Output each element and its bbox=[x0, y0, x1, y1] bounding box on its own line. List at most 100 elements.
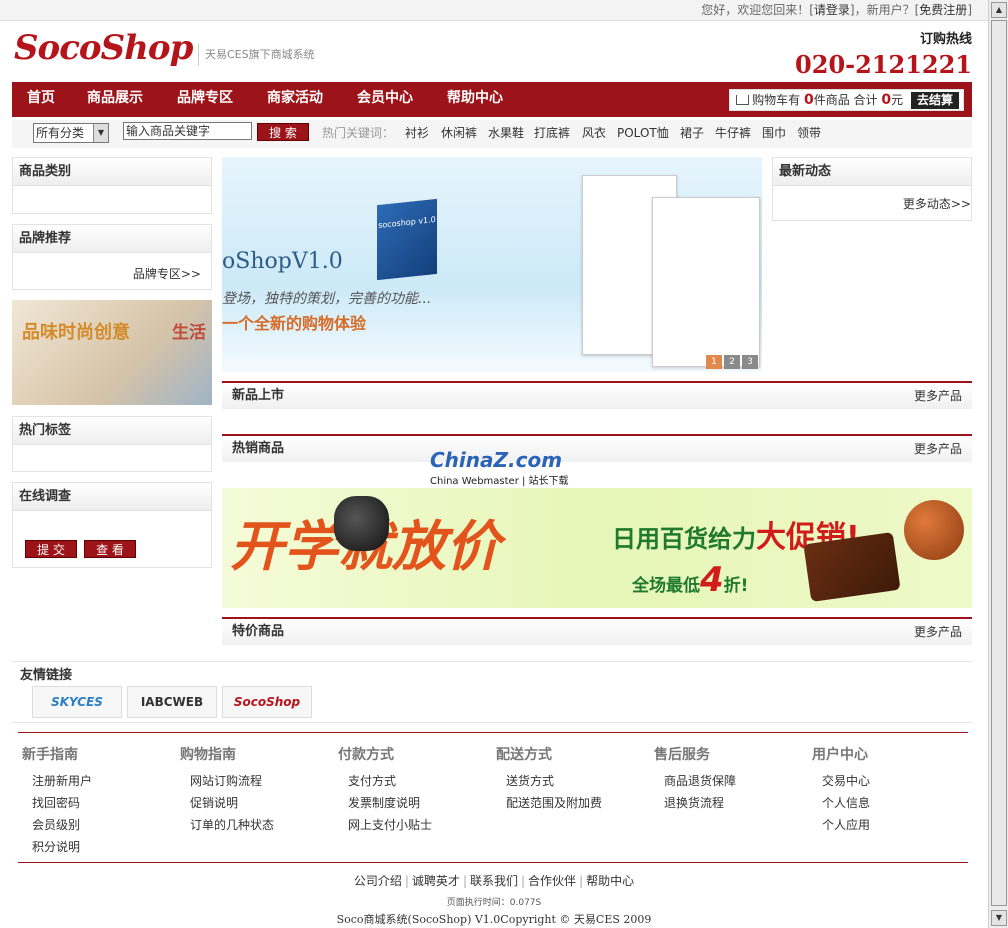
category-select[interactable]: 所有分类 ▼ bbox=[33, 123, 109, 143]
guide-link[interactable]: 支付方式 bbox=[338, 770, 432, 792]
nav-products[interactable]: 商品展示 bbox=[87, 82, 143, 117]
banner-pager: 123 bbox=[704, 353, 758, 369]
cart-label: 购物车有 bbox=[752, 93, 801, 107]
footer-link-jobs[interactable]: 诚聘英才 bbox=[412, 874, 460, 888]
news-box: 最新动态 更多动态>> bbox=[772, 157, 972, 221]
guide-link[interactable]: 交易中心 bbox=[812, 770, 870, 792]
scroll-up-arrow-icon[interactable]: ▲ bbox=[991, 2, 1007, 18]
new-user-text: ]，新用户？[ bbox=[849, 3, 920, 17]
guide-link[interactable]: 发票制度说明 bbox=[338, 792, 432, 814]
hotline-label: 订购热线 bbox=[919, 32, 972, 47]
brand-title: 品牌推荐 bbox=[13, 225, 211, 253]
guide-link[interactable]: 积分说明 bbox=[22, 836, 92, 858]
guide-link[interactable]: 找回密码 bbox=[22, 792, 92, 814]
hot-keyword[interactable]: 水果鞋 bbox=[488, 120, 524, 146]
guide-col-user-center: 用户中心 交易中心 个人信息 个人应用 bbox=[812, 744, 870, 836]
guide-link[interactable]: 送货方式 bbox=[496, 770, 602, 792]
news-more-link[interactable]: 更多动态>> bbox=[903, 195, 971, 212]
site-logo[interactable]: SocoShop bbox=[14, 28, 193, 68]
register-link[interactable]: 免费注册 bbox=[919, 3, 967, 17]
section-more-link[interactable]: 更多产品 bbox=[914, 619, 962, 645]
cart-count: 0 bbox=[803, 92, 814, 108]
section-more-link[interactable]: 更多产品 bbox=[914, 383, 962, 409]
exec-time: 页面执行时间：0.077S bbox=[446, 898, 542, 908]
guide-col-payment: 付款方式 支付方式 发票制度说明 网上支付小贴士 bbox=[338, 744, 432, 836]
sale-banner[interactable]: 开学就放价 日用百货给力大促销! 全场最低4折! bbox=[222, 488, 972, 608]
promo-image[interactable]: 品味时尚创意 生活 bbox=[12, 300, 212, 405]
promo-text-life: 生活 bbox=[172, 323, 206, 343]
login-link[interactable]: 请登录 bbox=[814, 3, 850, 17]
new-products-section: 新品上市 更多产品 bbox=[222, 381, 972, 409]
checkout-button[interactable]: 去结算 bbox=[910, 92, 959, 109]
footer-link-about[interactable]: 公司介绍 bbox=[354, 874, 402, 888]
divider bbox=[18, 862, 968, 863]
copyright: Soco商城系统(SocoShop) V1.0Copyright © 天易CES… bbox=[336, 913, 652, 926]
basketball-image bbox=[904, 500, 964, 560]
category-box: 商品类别 bbox=[12, 157, 212, 214]
special-products-section: 特价商品 更多产品 bbox=[222, 617, 972, 645]
guide-link[interactable]: 配送范围及附加费 bbox=[496, 792, 602, 814]
nav-help-center[interactable]: 帮助中心 bbox=[447, 82, 503, 117]
banner-dot[interactable]: 3 bbox=[742, 355, 758, 369]
hot-keyword[interactable]: 牛仔裤 bbox=[715, 120, 751, 146]
nav-brands[interactable]: 品牌专区 bbox=[177, 82, 233, 117]
banner-dot[interactable]: 1 bbox=[706, 355, 722, 369]
nav-home[interactable]: 首页 bbox=[27, 82, 55, 117]
brand-more-link[interactable]: 品牌专区>> bbox=[133, 265, 201, 282]
hot-keywords-label: 热门关键词： bbox=[322, 126, 395, 140]
sale-line2-c: 折! bbox=[723, 576, 749, 596]
bracket-close: ] bbox=[967, 3, 972, 17]
hot-keyword[interactable]: 衬衫 bbox=[405, 120, 429, 146]
guide-col-newbie: 新手指南 注册新用户 找回密码 会员级别 积分说明 bbox=[22, 744, 92, 858]
scroll-down-arrow-icon[interactable]: ▼ bbox=[991, 910, 1007, 926]
hot-keyword[interactable]: 风衣 bbox=[582, 120, 606, 146]
guide-link[interactable]: 订单的几种状态 bbox=[180, 814, 274, 836]
guide-link[interactable]: 网站订购流程 bbox=[180, 770, 274, 792]
survey-submit-button[interactable]: 提 交 bbox=[25, 540, 77, 558]
nav-activities[interactable]: 商家活动 bbox=[267, 82, 323, 117]
friend-logo-socoshop[interactable]: SocoShop bbox=[222, 686, 312, 718]
guide-link[interactable]: 网上支付小贴士 bbox=[338, 814, 432, 836]
guide-link[interactable]: 商品退货保障 bbox=[654, 770, 736, 792]
hot-keyword[interactable]: 领带 bbox=[797, 120, 821, 146]
guide-link[interactable]: 个人信息 bbox=[812, 792, 870, 814]
watermark-brand: ChinaZ.com bbox=[430, 448, 563, 472]
guide-link[interactable]: 注册新用户 bbox=[22, 770, 92, 792]
search-input[interactable]: 输入商品关键字 bbox=[123, 122, 252, 140]
nav-member-center[interactable]: 会员中心 bbox=[357, 82, 413, 117]
brand-box: 品牌推荐 品牌专区>> bbox=[12, 224, 212, 290]
cart-items-label: 件商品 合计 bbox=[813, 93, 878, 107]
survey-view-button[interactable]: 查 看 bbox=[84, 540, 136, 558]
hot-keyword[interactable]: 打底裤 bbox=[534, 120, 570, 146]
guide-link[interactable]: 个人应用 bbox=[812, 814, 870, 836]
guide-link[interactable]: 会员级别 bbox=[22, 814, 92, 836]
guide-link[interactable]: 退换货流程 bbox=[654, 792, 736, 814]
footer-link-contact[interactable]: 联系我们 bbox=[470, 874, 518, 888]
guide-title: 购物指南 bbox=[180, 747, 236, 763]
chevron-down-icon[interactable]: ▼ bbox=[93, 124, 108, 142]
search-button[interactable]: 搜 索 bbox=[257, 123, 309, 141]
scroll-thumb[interactable] bbox=[991, 20, 1007, 906]
banner-line3: 一个全新的购物体验 bbox=[222, 314, 367, 333]
guide-link[interactable]: 促销说明 bbox=[180, 792, 274, 814]
banner-line2: 登场，独特的策划，完善的功能... bbox=[222, 291, 432, 307]
guide-title: 配送方式 bbox=[496, 747, 552, 763]
vertical-scrollbar[interactable]: ▲ ▼ bbox=[988, 0, 1008, 928]
footer-link-partners[interactable]: 合作伙伴 bbox=[528, 874, 576, 888]
main-banner[interactable]: socoshop v1.0 oShopV1.0 登场，独特的策划，完善的功能..… bbox=[222, 157, 762, 372]
guide-title: 售后服务 bbox=[654, 747, 710, 763]
cart-total: 0 bbox=[881, 92, 892, 108]
hot-keyword[interactable]: 围巾 bbox=[762, 120, 786, 146]
banner-dot[interactable]: 2 bbox=[724, 355, 740, 369]
main-nav: 首页 商品展示 品牌专区 商家活动 会员中心 帮助中心 购物车有 0件商品 合计… bbox=[12, 82, 972, 117]
hot-keyword[interactable]: POLOT恤 bbox=[617, 120, 669, 146]
sale-line1-a: 日用百货给力 bbox=[612, 525, 756, 553]
friend-logo-skyces[interactable]: SKYCES bbox=[32, 686, 122, 718]
divider bbox=[12, 661, 972, 662]
section-more-link[interactable]: 更多产品 bbox=[914, 436, 962, 462]
hot-keyword[interactable]: 休闲裤 bbox=[441, 120, 477, 146]
friend-logo-iabcweb[interactable]: IABCWEB bbox=[127, 686, 217, 718]
hot-tags-title: 热门标签 bbox=[13, 417, 211, 445]
hot-keyword[interactable]: 裙子 bbox=[680, 120, 704, 146]
footer-link-help[interactable]: 帮助中心 bbox=[586, 874, 634, 888]
